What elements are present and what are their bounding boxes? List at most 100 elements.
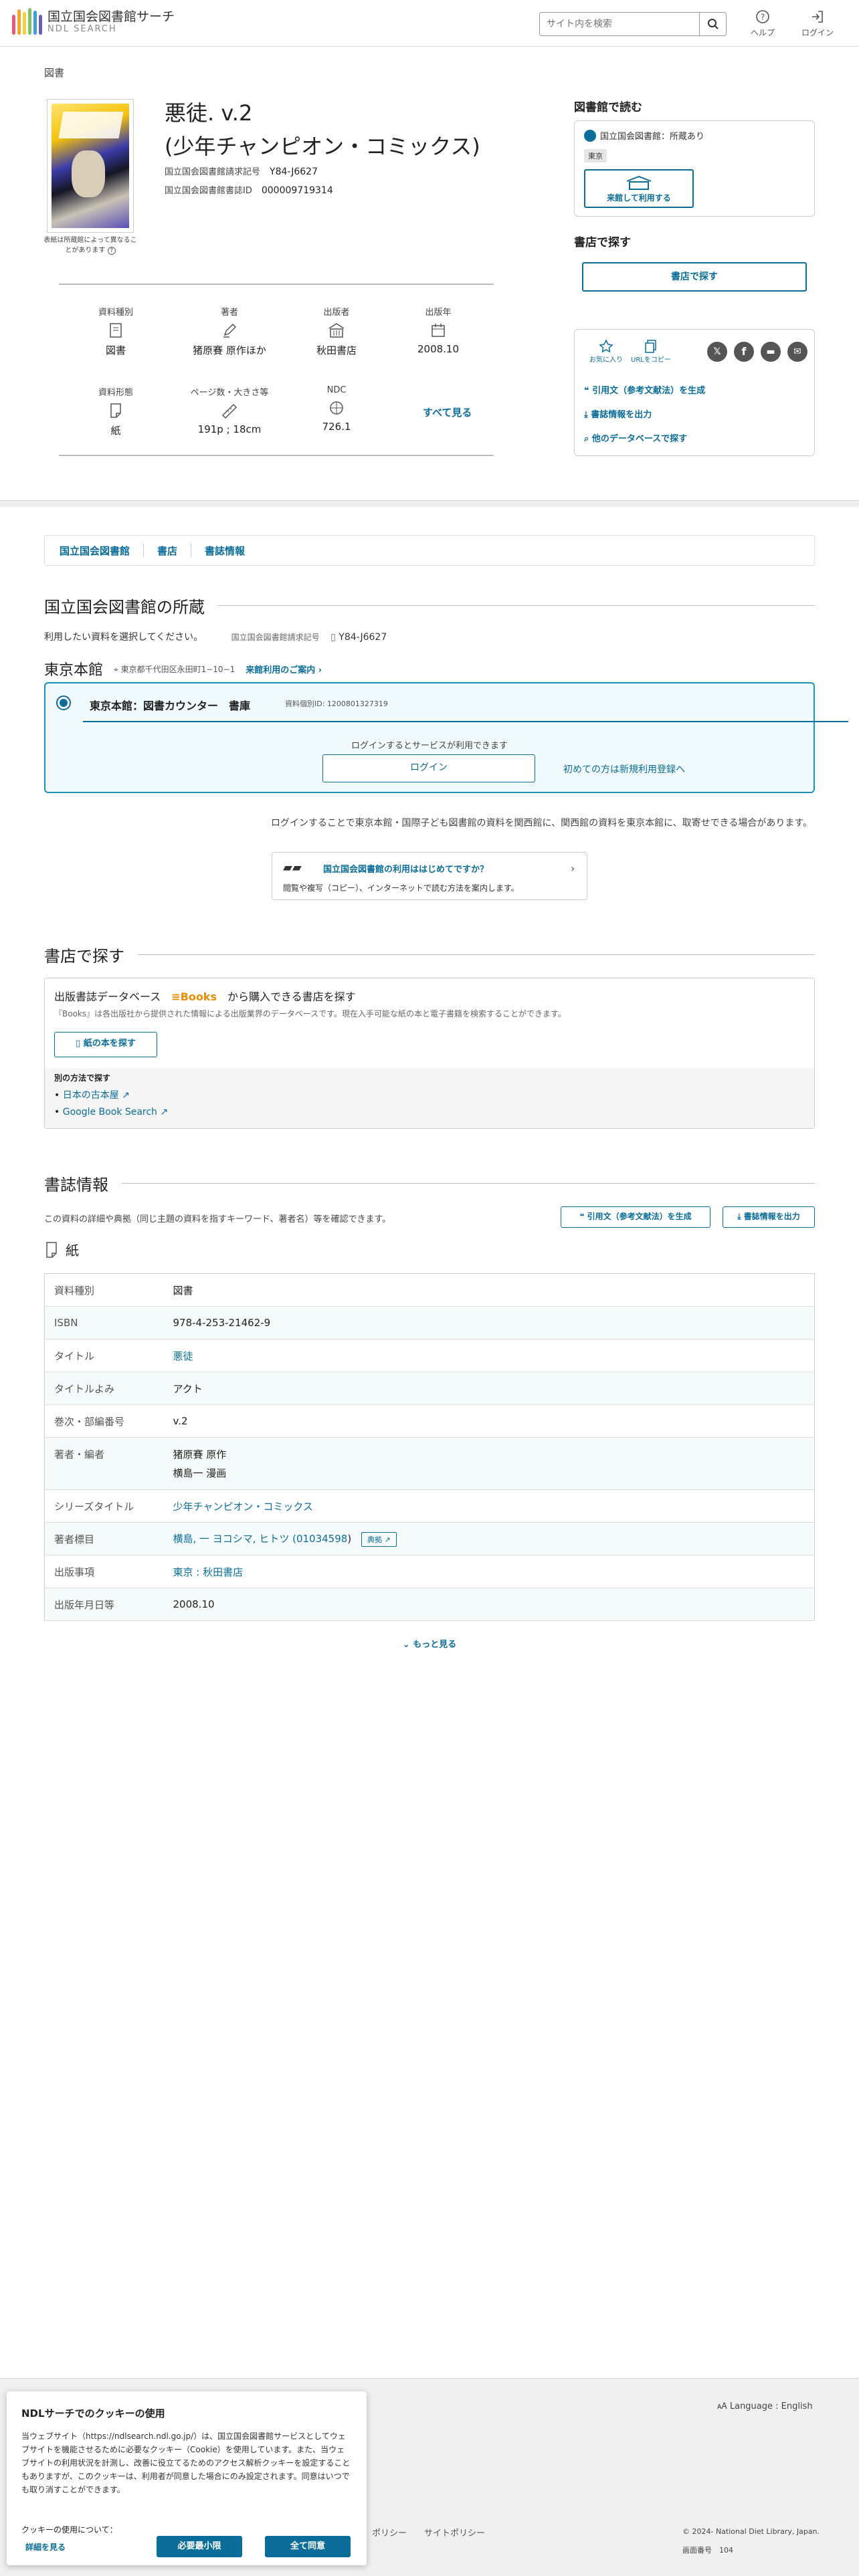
favorite-button[interactable]: お気に入り [589,339,623,364]
login-header-button[interactable]: ログイン [801,9,834,38]
prop-year: 出版年 2008.10 [417,308,460,355]
x-share-icon[interactable]: 𝕏 [707,342,727,362]
table-row: 著者・編者 猪原賽 原作 横島一 漫画 [44,1437,815,1490]
first-time-guide[interactable]: ▰▰ 国立国会図書館の利用ははじめてですか？ 閲覧や複写（コピー）、インターネッ… [272,852,587,900]
screen-number: 画面番号 104 [682,2546,733,2555]
biblio-table: 資料種別 図書 ISBN 978-4-253-21462-9 タイトル 悪徒 タイトル… [44,1273,815,1621]
line-share-icon[interactable]: ▬ [761,342,781,362]
cookie-dialog: NDLサーチでのクッキーの使用 当ウェブサイト（https://ndlsearc… [7,2391,367,2565]
ruler-icon [221,403,237,419]
prop-type: 資料種別 図書 [98,308,133,356]
holding-radio[interactable] [56,695,71,710]
title-link[interactable]: 悪徒 [173,1350,193,1362]
login-label: ログイン [801,28,834,37]
holding-item-box: 東京本館：図書カウンター 書庫 資料個別ID: 1200801327319 ログ… [44,682,848,793]
library-box: 国立国会図書館：所蔵あり 東京 来館して利用する [574,120,815,217]
tokyo-tag: 東京 [584,149,607,163]
table-row: 出版事項 東京 : 秋田書店 [44,1555,815,1588]
tab-shop[interactable]: 書店 [157,544,177,558]
site-policy-link[interactable]: サイトポリシー [424,2526,485,2539]
section-tabs: 国立国会図書館 書店 書誌情報 [44,535,815,566]
paper-book-button[interactable]: ▯ 紙の本を探す [54,1032,157,1057]
series-link[interactable]: 少年チャンピオン・コミックス [173,1501,313,1513]
chevron-right-icon: › [571,862,575,875]
export-link[interactable]: ⤓ 書誌情報を出力 [584,407,652,420]
item-id: 資料個別ID: 1200801327319 [285,700,388,708]
cookie-details-link[interactable]: 詳細を見る [25,2541,66,2553]
copyright: © 2024- National Diet Library, Japan. [682,2527,820,2536]
kosho-link[interactable]: • 日本の古本屋 ↗ [54,1088,130,1101]
action-box: お気に入り URLをコピー 𝕏 f ▬ ✉ ❝ 引用文（参考文献法）を生成 ⤓ … [574,329,815,456]
search-icon [707,19,719,29]
book-small-icon: ▯ [76,1039,84,1049]
library-icon [626,176,652,190]
visit-guide-link[interactable]: 来館利用のご案内 › [246,663,322,675]
prop-ndc: NDC 726.1 [322,385,351,433]
books-db-desc: 『Books』は各出版社から提供された情報による出版業界のデータベースです。現在… [54,1009,566,1018]
tab-ndl[interactable]: 国立国会図書館 [60,544,130,558]
other-db-link[interactable]: ⌕ 他のデータベースで探す [584,431,687,444]
info-icon[interactable]: ? [107,247,116,255]
accept-all-button[interactable]: 全て同意 [265,2536,351,2557]
biblio-desc: この資料の詳細や典拠（同じ主題の資料を指すキーワード、著者名）等を確認できます。 [44,1214,391,1224]
ndl-id-row: 国立国会図書館書誌ID 000009719314 [165,185,333,196]
cite-button[interactable]: ❝ 引用文（参考文献法）を生成 [561,1206,710,1228]
login-button[interactable]: ログイン [322,754,535,782]
cite-link[interactable]: ❝ 引用文（参考文献法）を生成 [584,383,705,396]
building-icon [328,323,345,338]
authority-badge[interactable]: 典拠 ↗ [361,1531,397,1547]
register-link[interactable]: 初めての方は新規利用登録へ [563,762,685,776]
prop-publisher: 出版者 秋田書店 [316,308,357,356]
logo-mark-icon [12,8,42,35]
mail-share-icon[interactable]: ✉ [787,342,807,362]
call-icon: ▯ [330,632,336,643]
cookie-about-label: クッキーの使用について： [21,2525,118,2535]
site-logo[interactable]: 国立国会図書館サーチ NDL SEARCH [12,8,175,35]
shop-box: 出版書誌データベース ≡Books から購入できる書店を探す 『Books』は各… [44,978,815,1129]
books-db-title: 出版書誌データベース ≡Books から購入できる書店を探す [54,990,356,1003]
download-icon: ⤓ [737,1212,744,1221]
car-icon: ▰▰ [283,861,302,875]
cover-note: 表紙は所蔵館によって異なることがあります ? [43,237,137,255]
export-button[interactable]: ⤓ 書誌情報を出力 [723,1206,815,1228]
format-label: 紙 [44,1240,79,1259]
necessary-only-button[interactable]: 必要最小限 [157,2536,242,2557]
tab-biblio[interactable]: 書誌情報 [205,544,245,558]
language-icon: 🗚 [717,2401,730,2411]
policy-link[interactable]: ポリシー [372,2526,407,2539]
see-all-link[interactable]: すべて見る [423,405,472,419]
star-icon [599,339,613,353]
search-button[interactable] [699,13,726,35]
prop-format: 資料形態紙 [98,388,133,437]
show-more-link[interactable]: ⌄ もっと見る [0,1637,859,1650]
google-books-link[interactable]: • Google Book Search ↗ [54,1107,168,1117]
book-cover[interactable] [47,99,134,233]
paper-icon [46,1241,57,1258]
external-link-icon: ↗ [160,1107,169,1117]
login-note: ログインするとサービスが利用できます [351,741,508,751]
table-row: タイトルよみ アクト [44,1372,815,1405]
branch-row: 東京本館 ⌖ 東京都千代田区永田町1−10−1 来館利用のご案内 › [44,658,322,679]
copy-url-button[interactable]: URLをコピー [631,339,671,364]
table-row: タイトル 悪徒 [44,1339,815,1372]
paper-icon [110,403,121,418]
prop-pages: ページ数・大きさ等 191p ; 18cm [190,388,269,435]
books-brand-icon: ≡ [171,990,181,1003]
section-separator [0,500,859,507]
table-row: 資料種別 図書 [44,1273,815,1307]
search-input[interactable] [540,13,699,35]
shop-button[interactable]: 書店で探す [582,262,807,292]
shop-heading-right: 書店で探す [574,236,631,249]
publication-link[interactable]: 東京 : 秋田書店 [173,1566,244,1578]
visit-button[interactable]: 来館して利用する [584,169,694,208]
authority-id-link[interactable]: 01034598 [296,1533,347,1545]
help-button[interactable]: ? ヘルプ [751,9,775,38]
quote-icon: ❝ [579,1212,587,1221]
language-switch[interactable]: 🗚 Language : English [717,2401,813,2411]
cover-image [52,104,129,228]
author-heading-link[interactable]: 横島, 一 ヨコシマ, ヒトツ ( [173,1533,296,1545]
ndl-status: 国立国会図書館：所蔵あり [600,132,705,142]
copy-icon [645,340,656,353]
facebook-share-icon[interactable]: f [734,342,754,362]
site-header: 国立国会図書館サーチ NDL SEARCH ? ヘルプ ログイン [0,0,859,47]
